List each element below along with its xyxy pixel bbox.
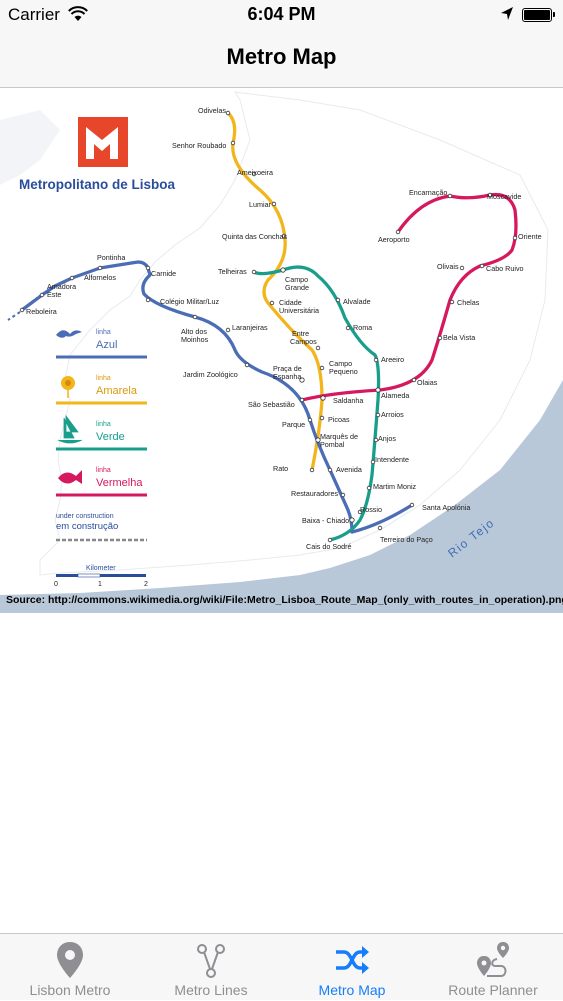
- svg-text:linha: linha: [96, 375, 111, 382]
- tab-route-planner[interactable]: Route Planner: [423, 934, 563, 1001]
- legend-construction-1: under construction: [56, 513, 114, 520]
- map-canvas: Metropolitano de Lisboa Rio Tejo linha A…: [0, 88, 563, 595]
- station-label: Quinta das Conchas: [222, 232, 288, 241]
- scale-title: Kilometer: [86, 565, 116, 572]
- svg-text:Verde: Verde: [96, 431, 125, 443]
- station-label: Ameixoeira: [237, 168, 273, 177]
- station-label: Colégio Militar/Luz: [160, 297, 220, 306]
- battery-icon: [522, 8, 555, 22]
- svg-text:Azul: Azul: [96, 339, 117, 351]
- location-pin-icon: [57, 942, 83, 978]
- svg-text:linha: linha: [96, 467, 111, 474]
- station-label: Espanha: [273, 372, 301, 381]
- station-label: Anjos: [378, 434, 396, 443]
- station-label: Odivelas: [198, 106, 226, 115]
- page-title: Metro Map: [226, 44, 337, 69]
- station-label: Arroios: [381, 410, 404, 419]
- legend-construction-2: em construção: [56, 521, 118, 532]
- station-label: Encarnação: [409, 188, 447, 197]
- station-label: Campos: [290, 337, 317, 346]
- station-label: Senhor Roubado: [172, 141, 226, 150]
- station-label: Santa Apolónia: [422, 503, 470, 512]
- station-label: Oriente: [518, 232, 542, 241]
- station-label: São Sebastião: [248, 400, 295, 409]
- tab-metro-lines[interactable]: Metro Lines: [141, 934, 281, 1001]
- shuffle-icon: [336, 946, 369, 974]
- station-label: Jardim Zoológico: [183, 370, 238, 379]
- station-label: Este: [47, 290, 61, 299]
- station-label: Pombal: [320, 440, 345, 449]
- station-label: Avenida: [336, 465, 362, 474]
- metro-logo-icon: [78, 117, 128, 167]
- station-label: Cabo Ruivo: [486, 264, 524, 273]
- station-label: Terreiro do Paço: [380, 535, 433, 544]
- station-label: Parque: [282, 420, 305, 429]
- station-label: Aeroporto: [378, 235, 410, 244]
- station-label: Pequeno: [329, 367, 358, 376]
- svg-text:2: 2: [144, 581, 148, 588]
- station-label: Martim Moniz: [373, 482, 417, 491]
- route-icon: [477, 942, 509, 977]
- station-label: Rossio: [360, 505, 382, 514]
- clock: 6:04 PM: [247, 4, 316, 24]
- tab-lisbon-metro[interactable]: Lisbon Metro: [0, 934, 140, 1001]
- tab-label: Metro Map: [318, 982, 386, 998]
- svg-text:Vermelha: Vermelha: [96, 477, 143, 489]
- station-label: Intendente: [375, 455, 409, 464]
- station-label: Restauradores: [291, 489, 339, 498]
- svg-text:linha: linha: [96, 421, 111, 428]
- tab-label: Lisbon Metro: [29, 982, 111, 998]
- map-source-caption: Source: http://commons.wikimedia.org/wik…: [6, 594, 563, 606]
- metro-map[interactable]: Metropolitano de Lisboa Rio Tejo linha A…: [0, 88, 563, 613]
- river-label: Rio Tejo: [445, 515, 497, 560]
- tab-label: Metro Lines: [174, 982, 248, 998]
- station-label: Chelas: [457, 298, 480, 307]
- station-label: Olaias: [417, 378, 438, 387]
- station-label: Cais do Sodré: [306, 542, 352, 551]
- tab-bar: Lisbon Metro Metro Lines Metro Map Route…: [0, 933, 563, 1000]
- station-label: Picoas: [328, 415, 350, 424]
- station-label: Lumiar: [249, 200, 272, 209]
- svg-text:1: 1: [98, 581, 102, 588]
- svg-text:Amarela: Amarela: [96, 385, 138, 397]
- station-label: Alameda: [381, 391, 409, 400]
- station-label: Laranjeiras: [232, 323, 268, 332]
- branch-lines-icon: [197, 944, 225, 978]
- station-label: Alvalade: [343, 297, 371, 306]
- station-label: Saldanha: [333, 396, 363, 405]
- station-label: Alfornelos: [84, 273, 116, 282]
- scale-bar: [56, 573, 146, 578]
- location-arrow-icon: [501, 7, 513, 20]
- station-label: Carnide: [151, 269, 176, 278]
- station-label: Moinhos: [181, 335, 209, 344]
- station-label: Areeiro: [381, 355, 404, 364]
- navigation-bar: Metro Map: [0, 30, 563, 88]
- station-label: Roma: [353, 323, 372, 332]
- status-bar: Carrier 6:04 PM: [0, 0, 563, 30]
- logo-text: Metropolitano de Lisboa: [19, 177, 175, 192]
- station-label: Pontinha: [97, 253, 125, 262]
- tab-metro-map[interactable]: Metro Map: [282, 934, 422, 1001]
- station-label: Baixa - Chiado: [302, 516, 349, 525]
- station-label: Universitária: [279, 306, 319, 315]
- station-label: Telheiras: [218, 267, 247, 276]
- station-label: Rato: [273, 464, 288, 473]
- svg-text:0: 0: [54, 581, 58, 588]
- station-label: Grande: [285, 283, 309, 292]
- tab-label: Route Planner: [448, 982, 538, 998]
- station-label: Reboleira: [26, 307, 57, 316]
- station-label: Bela Vista: [443, 333, 475, 342]
- station-label: Moscavide: [487, 192, 521, 201]
- svg-text:linha: linha: [96, 329, 111, 336]
- station-label: Olivais: [437, 262, 459, 271]
